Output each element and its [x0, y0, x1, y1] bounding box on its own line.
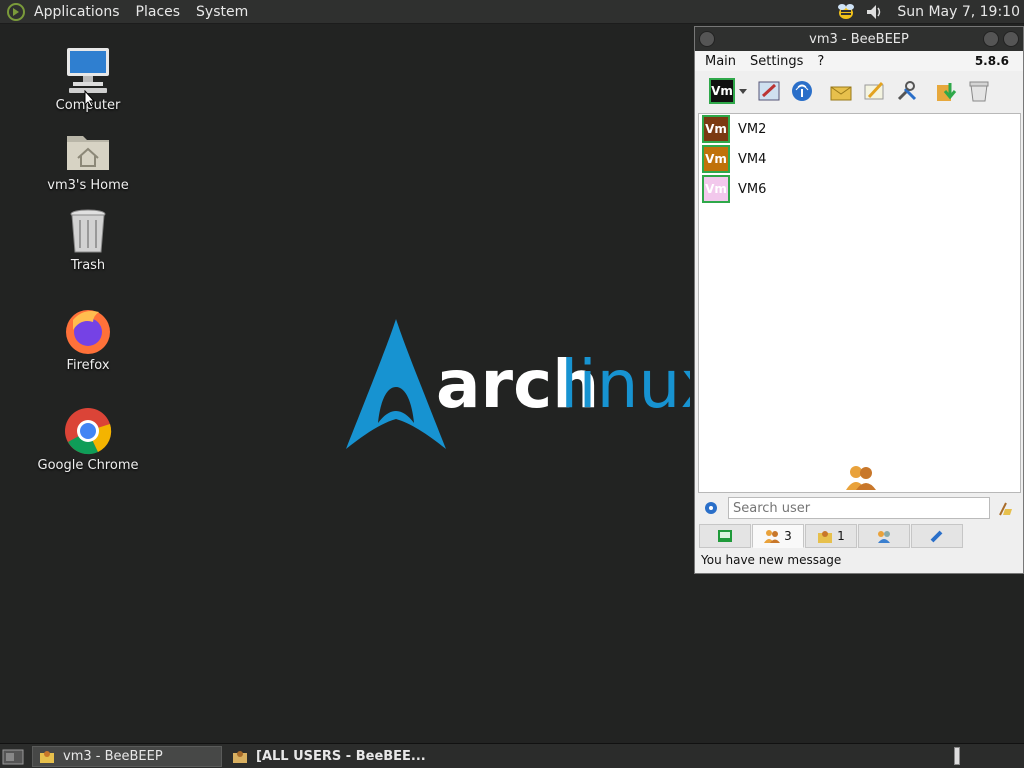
window-titlebar[interactable]: vm3 - BeeBEEP	[695, 27, 1023, 51]
taskbar-item-beebeep[interactable]: vm3 - BeeBEEP	[32, 745, 222, 767]
taskbar-item-all-users[interactable]: [ALL USERS - BeeBEE...	[226, 746, 426, 767]
window-title: vm3 - BeeBEEP	[809, 31, 909, 47]
users-icon	[764, 530, 781, 543]
chevron-down-icon[interactable]	[738, 86, 748, 96]
user-avatar: Vm	[702, 115, 730, 143]
beebeep-window: vm3 - BeeBEEP Main Settings ? 5.8.6 Vm V…	[694, 26, 1024, 574]
chat-window-icon	[233, 751, 247, 763]
menu-settings[interactable]: Settings	[750, 54, 803, 69]
chat-list-icon	[718, 530, 732, 542]
menu-main[interactable]: Main	[705, 54, 736, 69]
desktop-icon-firefox[interactable]: Firefox	[28, 306, 148, 373]
task-label: vm3 - BeeBEEP	[63, 748, 163, 764]
distro-menu-icon[interactable]	[6, 2, 26, 22]
desktop-icon-home[interactable]: vm3's Home	[28, 126, 148, 193]
edit-profile-button[interactable]	[756, 78, 782, 104]
tab-plugins[interactable]	[911, 524, 963, 548]
top-panel: Applications Places System Sun May 7, 19…	[0, 0, 1024, 24]
user-avatar: Vm	[702, 145, 730, 173]
search-bar	[698, 495, 1021, 521]
clear-button[interactable]	[966, 78, 992, 104]
arch-linux-logo: arch linux	[346, 319, 690, 449]
user-name: VM6	[738, 181, 767, 197]
desktop-icon-chrome[interactable]: Google Chrome	[28, 406, 148, 473]
search-options-icon[interactable]	[702, 499, 720, 517]
user-name: VM4	[738, 151, 767, 167]
bottom-taskbar: vm3 - BeeBEEP [ALL USERS - BeeBEE...	[0, 743, 1024, 768]
home-folder-icon	[67, 136, 109, 170]
computer-icon	[67, 48, 109, 93]
write-icon	[864, 81, 884, 100]
download-button[interactable]	[933, 78, 959, 104]
clock[interactable]: Sun May 7, 19:10	[897, 4, 1020, 20]
workspace-switcher[interactable]	[954, 747, 960, 765]
mouse-cursor-icon	[84, 90, 96, 108]
close-button[interactable]	[1003, 31, 1019, 47]
trash-icon	[969, 81, 989, 102]
clear-search-icon[interactable]	[996, 499, 1014, 517]
version-label: 5.8.6	[974, 54, 1009, 68]
tools-icon	[897, 81, 917, 101]
chrome-icon	[65, 408, 112, 455]
beebeep-app-icon	[40, 751, 54, 763]
user-list: Vm VM2 Vm VM4 Vm VM6	[698, 113, 1021, 493]
desktop-icon-label: vm3's Home	[47, 178, 129, 193]
network-button[interactable]	[789, 78, 815, 104]
tab-chats[interactable]	[699, 524, 751, 548]
network-users-icon	[878, 531, 890, 543]
write-button[interactable]	[861, 78, 887, 104]
users-icon	[846, 466, 876, 490]
tab-groups[interactable]: 1	[805, 524, 857, 548]
groups-icon	[818, 531, 833, 543]
places-menu[interactable]: Places	[136, 4, 181, 20]
firefox-icon	[66, 310, 110, 354]
network-icon	[792, 81, 812, 101]
desktop-icon-label: Google Chrome	[37, 458, 139, 473]
user-name: VM2	[738, 121, 767, 137]
trash-icon	[70, 209, 106, 253]
tab-users-count: 3	[784, 529, 792, 543]
tab-users[interactable]: 3	[752, 524, 804, 548]
toolbar: Vm	[695, 71, 1023, 111]
user-row-vm6[interactable]: Vm VM6	[699, 174, 1020, 204]
user-avatar: Vm	[702, 175, 730, 203]
user-row-vm2[interactable]: Vm VM2	[699, 114, 1020, 144]
window-menu-button[interactable]	[699, 31, 715, 47]
menu-help[interactable]: ?	[817, 54, 824, 69]
user-row-vm4[interactable]: Vm VM4	[699, 144, 1020, 174]
search-input[interactable]	[728, 497, 990, 519]
show-desktop-icon[interactable]	[2, 747, 24, 765]
download-icon	[937, 83, 957, 101]
tab-network-users[interactable]	[858, 524, 910, 548]
menubar: Main Settings ? 5.8.6	[695, 51, 1023, 71]
profile-status-button[interactable]: Vm	[709, 78, 735, 104]
desktop-icon-label: Firefox	[66, 358, 110, 373]
task-label: [ALL USERS - BeeBEE...	[256, 748, 426, 764]
applications-menu[interactable]: Applications	[34, 4, 120, 20]
system-menu[interactable]: System	[196, 4, 248, 20]
volume-icon[interactable]	[863, 2, 885, 22]
logo-word-linux: linux	[560, 346, 690, 423]
tab-bar: 3 1	[695, 524, 1023, 549]
status-message: You have new message	[701, 553, 842, 567]
minimize-button[interactable]	[983, 31, 999, 47]
edit-profile-icon	[758, 81, 780, 101]
system-tray: Sun May 7, 19:10	[835, 0, 1024, 24]
desktop-icon-label: Trash	[70, 258, 106, 273]
beebeep-tray-icon[interactable]	[835, 2, 857, 22]
plugins-icon	[930, 530, 943, 543]
message-button[interactable]	[828, 78, 854, 104]
tools-button[interactable]	[894, 78, 920, 104]
desktop-icon-trash[interactable]: Trash	[28, 206, 148, 273]
message-icon	[830, 86, 852, 101]
tab-groups-count: 1	[837, 529, 845, 543]
